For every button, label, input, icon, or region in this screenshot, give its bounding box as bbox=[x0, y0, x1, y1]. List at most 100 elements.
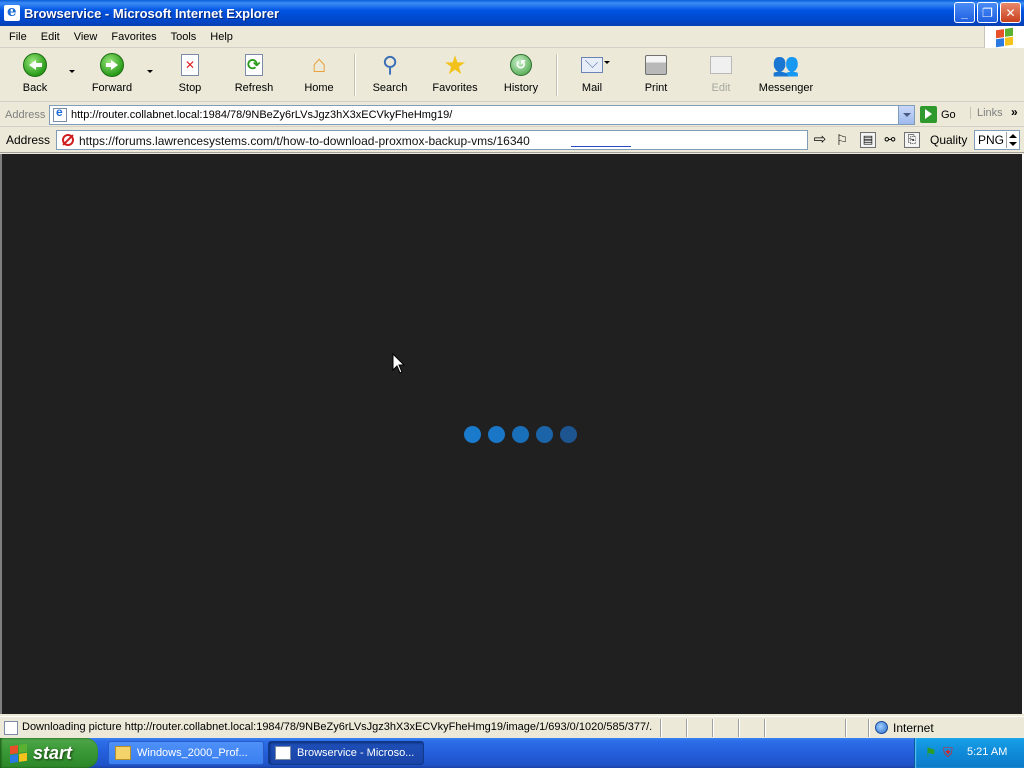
back-dropdown-icon[interactable] bbox=[69, 70, 75, 73]
window-title: Browservice - Microsoft Internet Explore… bbox=[24, 5, 280, 21]
title-bar[interactable]: Browservice - Microsoft Internet Explore… bbox=[0, 0, 1024, 26]
status-separator bbox=[868, 719, 870, 737]
windows-logo-icon bbox=[984, 26, 1024, 48]
chevron-right-icon[interactable]: » bbox=[1011, 105, 1018, 119]
start-button[interactable]: start bbox=[0, 738, 98, 768]
loading-spinner bbox=[464, 426, 577, 443]
forward-button[interactable]: Forward bbox=[90, 52, 134, 98]
clock[interactable]: 5:21 AM bbox=[967, 746, 1007, 758]
search-button[interactable]: ⚲ Search bbox=[372, 52, 408, 98]
spinner-dot bbox=[560, 426, 577, 443]
menu-help[interactable]: Help bbox=[203, 26, 240, 48]
edit-button[interactable]: Edit bbox=[708, 52, 734, 98]
print-button[interactable]: Print bbox=[642, 52, 670, 98]
back-label: Back bbox=[22, 82, 48, 94]
spinner-dot bbox=[488, 426, 505, 443]
print-label: Print bbox=[644, 82, 668, 94]
standard-toolbar: Back Forward Stop Refresh ⌂ Home ⚲ Searc… bbox=[0, 48, 1024, 102]
mail-envelope-icon bbox=[581, 57, 603, 73]
internet-globe-icon bbox=[875, 721, 888, 734]
ie-icon bbox=[275, 746, 291, 760]
address-dropdown-icon[interactable] bbox=[898, 106, 914, 124]
taskbar-item-browser[interactable]: Browservice - Microso... bbox=[268, 741, 424, 765]
menu-file[interactable]: File bbox=[0, 26, 34, 48]
toolbar-separator bbox=[354, 54, 356, 96]
go-button[interactable]: Go bbox=[920, 106, 956, 123]
window-controls: _ ❐ ✕ bbox=[954, 2, 1021, 23]
minimize-button[interactable]: _ bbox=[954, 2, 975, 23]
browservice-control-bar: Address https://forums.lawrencesystems.c… bbox=[0, 127, 1024, 153]
status-separator bbox=[738, 719, 740, 737]
stop-button[interactable]: Stop bbox=[175, 52, 205, 98]
search-icon: ⚲ bbox=[381, 52, 399, 77]
messenger-people-icon: 👥 bbox=[772, 52, 800, 77]
taskbar: start Windows_2000_Prof... Browservice -… bbox=[0, 738, 1024, 768]
edit-page-icon bbox=[710, 56, 732, 74]
edit-label: Edit bbox=[711, 82, 731, 94]
menu-favorites[interactable]: Favorites bbox=[104, 26, 163, 48]
favorites-star-icon: ★ bbox=[443, 50, 467, 80]
menu-bar: File Edit View Favorites Tools Help bbox=[0, 26, 1024, 48]
security-zone: Internet bbox=[893, 721, 934, 735]
status-separator bbox=[660, 719, 662, 737]
address-bar: Address http://router.collabnet.local:19… bbox=[0, 103, 1024, 127]
favorites-label: Favorites bbox=[432, 82, 478, 94]
inner-address-input[interactable]: https://forums.lawrencesystems.com/t/how… bbox=[56, 130, 808, 150]
system-tray: ⚑ ⛨ 5:21 AM bbox=[914, 738, 1024, 768]
forward-dropdown-icon[interactable] bbox=[147, 70, 153, 73]
quality-label: Quality bbox=[930, 133, 968, 147]
go-label: Go bbox=[941, 108, 956, 121]
back-button[interactable]: Back bbox=[20, 52, 50, 98]
windows-flag-icon bbox=[10, 743, 27, 763]
home-icon: ⌂ bbox=[311, 51, 327, 78]
favorites-button[interactable]: ★ Favorites bbox=[431, 52, 479, 98]
links-button[interactable]: Links bbox=[970, 107, 1003, 119]
history-button[interactable]: ↺ History bbox=[502, 52, 540, 98]
menu-view[interactable]: View bbox=[67, 26, 105, 48]
address-label: Address bbox=[5, 108, 46, 121]
bookmark-icon[interactable]: ⚐ bbox=[834, 132, 850, 148]
stop-label: Stop bbox=[178, 82, 202, 94]
menu-tools[interactable]: Tools bbox=[164, 26, 204, 48]
messenger-button[interactable]: 👥 Messenger bbox=[758, 52, 814, 98]
inner-address-label: Address bbox=[6, 133, 51, 147]
text-cursor-underline bbox=[571, 146, 631, 147]
inner-address-url[interactable]: https://forums.lawrencesystems.com/t/how… bbox=[79, 134, 530, 148]
page-icon bbox=[53, 105, 67, 122]
go-arrow-icon[interactable]: ⇨ bbox=[812, 132, 828, 148]
mail-label: Mail bbox=[581, 82, 603, 94]
quality-spinner-icon[interactable] bbox=[1006, 132, 1018, 148]
toolbar-separator bbox=[556, 54, 558, 96]
find-binoculars-icon[interactable]: ⚯ bbox=[882, 132, 898, 148]
network-icon[interactable]: ⚑ bbox=[925, 745, 937, 761]
insecure-icon bbox=[62, 134, 74, 146]
mail-button[interactable]: Mail bbox=[577, 52, 607, 98]
status-text: Downloading picture http://router.collab… bbox=[22, 721, 652, 733]
messenger-label: Messenger bbox=[758, 82, 814, 94]
status-separator bbox=[712, 719, 714, 737]
taskbar-item-explorer[interactable]: Windows_2000_Prof... bbox=[108, 741, 264, 765]
go-arrow-icon bbox=[920, 106, 937, 123]
save-icon[interactable]: ▤ bbox=[860, 132, 876, 148]
clipboard-icon[interactable]: ⎘ bbox=[904, 132, 920, 148]
stop-icon bbox=[181, 54, 199, 76]
quality-value: PNG bbox=[978, 133, 1005, 147]
mail-dropdown-icon[interactable] bbox=[604, 61, 610, 64]
ie-icon bbox=[4, 2, 20, 21]
page-icon bbox=[4, 721, 18, 735]
refresh-button[interactable]: Refresh bbox=[233, 52, 275, 98]
close-button[interactable]: ✕ bbox=[1000, 2, 1021, 23]
maximize-button[interactable]: ❐ bbox=[977, 2, 998, 23]
security-shield-icon[interactable]: ⛨ bbox=[943, 745, 953, 761]
quality-select[interactable]: PNG bbox=[974, 130, 1020, 150]
home-button[interactable]: ⌂ Home bbox=[302, 52, 336, 98]
address-url[interactable]: http://router.collabnet.local:1984/78/9N… bbox=[71, 109, 898, 121]
refresh-icon bbox=[245, 54, 263, 76]
printer-icon bbox=[645, 55, 667, 75]
refresh-label: Refresh bbox=[234, 82, 274, 94]
address-input[interactable]: http://router.collabnet.local:1984/78/9N… bbox=[49, 105, 915, 125]
start-label: start bbox=[33, 742, 73, 763]
forward-label: Forward bbox=[91, 82, 133, 94]
page-viewport[interactable] bbox=[0, 154, 1024, 714]
menu-edit[interactable]: Edit bbox=[34, 26, 67, 48]
